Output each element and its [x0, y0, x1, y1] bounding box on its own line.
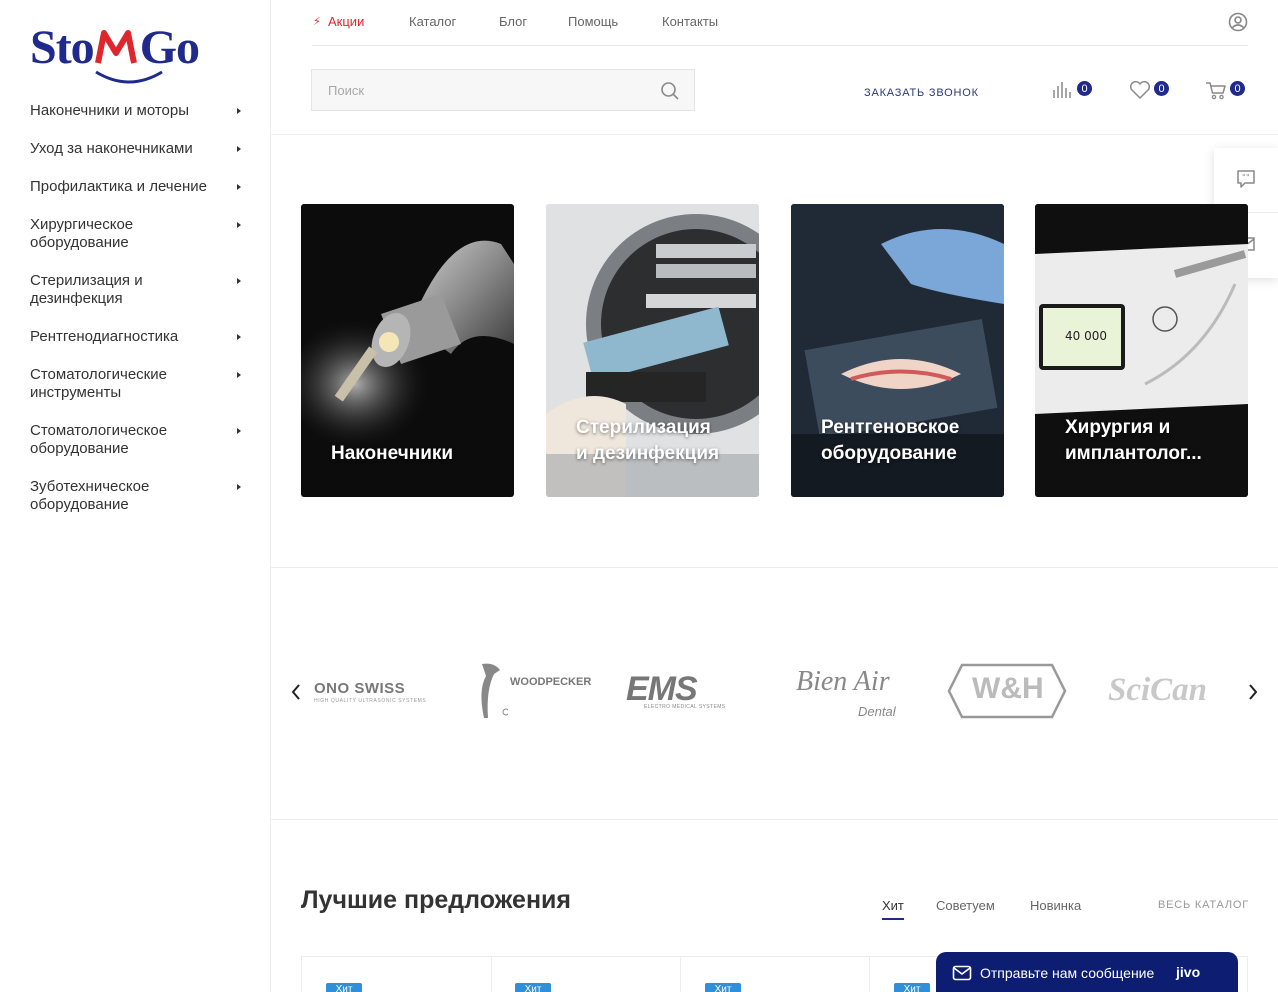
chat-widget-button[interactable]: Отправьте нам сообщение jivo [936, 952, 1238, 992]
caret-right-icon [237, 278, 241, 284]
sidebar-item-dental-lab[interactable]: Зуботехническое оборудование [0, 468, 271, 524]
category-tile-sterilization[interactable]: Стерилизация и дезинфекция [546, 204, 759, 497]
brand-logo-wh[interactable]: W&H [946, 660, 1070, 724]
brand-logo-scican[interactable]: SciCan [1108, 660, 1232, 724]
caret-right-icon [237, 484, 241, 490]
chat-widget-label: Отправьте нам сообщение [980, 965, 1155, 981]
chat-quote-icon: " " [1237, 170, 1255, 188]
sidebar-menu: Наконечники и моторы Уход за наконечника… [0, 92, 271, 524]
sidebar-item-handpieces[interactable]: Наконечники и моторы [0, 92, 271, 130]
chevron-left-icon[interactable] [289, 682, 303, 702]
category-tile-label: Стерилизация и дезинфекция [576, 417, 720, 464]
sidebar-item-surgical[interactable]: Хирургическое оборудование [0, 206, 271, 262]
nav-promo-link[interactable]: ⚡ Акции [313, 14, 364, 29]
search-box [311, 69, 695, 111]
compare-count-badge: 0 [1076, 80, 1093, 97]
sidebar-item-care[interactable]: Уход за наконечниками [0, 130, 271, 168]
hit-badge: Хит [326, 983, 362, 992]
cart-count-badge: 0 [1229, 80, 1246, 97]
brand-logo-ems[interactable]: EMS ELECTRO MEDICAL SYSTEMS [626, 660, 750, 724]
nav-catalog-link[interactable]: Каталог [409, 14, 456, 29]
heart-icon[interactable] [1128, 80, 1152, 100]
caret-right-icon [237, 334, 241, 340]
nav-help-link[interactable]: Помощь [568, 14, 618, 29]
envelope-icon [952, 965, 972, 981]
sidebar-item-prophylaxis[interactable]: Профилактика и лечение [0, 168, 271, 206]
caret-right-icon [237, 372, 241, 378]
caret-right-icon [237, 146, 241, 152]
category-tile-label: Рентгеновское оборудование [821, 417, 960, 464]
sidebar-item-xray[interactable]: Рентгенодиагностика [0, 318, 271, 356]
jivo-logo: jivo [1176, 964, 1201, 980]
hit-badge: Хит [515, 983, 551, 992]
tab-recommended[interactable]: Советуем [936, 898, 995, 913]
caret-right-icon [237, 222, 241, 228]
search-icon[interactable] [660, 81, 680, 101]
top-nav: ⚡ Акции Каталог Блог Помощь Контакты [312, 0, 1248, 46]
cart-icon[interactable] [1205, 80, 1229, 100]
tab-hit[interactable]: Хит [882, 898, 904, 920]
user-account-icon[interactable] [1228, 12, 1248, 32]
search-input[interactable] [312, 70, 632, 110]
brand-logo-onoswiss[interactable]: ONO SWISS HIGH QUALITY ULTRASONIC SYSTEM… [312, 660, 432, 724]
hit-badge: Хит [705, 983, 741, 992]
category-tile-surgery[interactable]: 40 000 Хирургия и имплантолог... [1035, 204, 1248, 497]
hit-badge: Хит [894, 983, 930, 992]
svg-text:": " [1246, 173, 1250, 182]
favorites-count-badge: 0 [1153, 80, 1170, 97]
woodpecker-bird-icon [481, 663, 508, 718]
svg-text:40 000: 40 000 [1065, 329, 1107, 343]
caret-right-icon [237, 184, 241, 190]
category-tile-handpieces[interactable]: Наконечники [301, 204, 514, 497]
sidebar-item-equipment[interactable]: Стоматологическое оборудование [0, 412, 271, 468]
brand-logo-woodpecker[interactable]: WOODPECKER [474, 660, 591, 724]
category-tile-label: Наконечники [331, 443, 454, 464]
nav-contacts-link[interactable]: Контакты [662, 14, 718, 29]
sidebar: Sto Go Наконечники и моторы Уход за након… [0, 0, 271, 992]
all-catalog-link[interactable]: ВЕСЬ КАТАЛОГ [1158, 899, 1249, 911]
feedback-button[interactable]: " " [1214, 148, 1278, 212]
logo-smile-icon [95, 70, 163, 84]
sidebar-item-sterilization[interactable]: Стерилизация и дезинфекция [0, 262, 271, 318]
sidebar-item-instruments[interactable]: Стоматологические инструменты [0, 356, 271, 412]
chevron-right-icon[interactable] [1246, 682, 1260, 702]
order-callback-link[interactable]: ЗАКАЗАТЬ ЗВОНОК [864, 87, 979, 99]
header-divider [271, 134, 1278, 135]
category-tile-label: Хирургия и имплантолог... [1065, 417, 1202, 464]
brand-logo-bienair[interactable]: Bien Air Dental [788, 660, 912, 724]
nav-blog-link[interactable]: Блог [499, 14, 527, 29]
tab-new[interactable]: Новинка [1030, 898, 1081, 913]
site-logo[interactable]: Sto Go [30, 18, 230, 88]
lightning-icon: ⚡ [313, 16, 321, 28]
caret-right-icon [237, 428, 241, 434]
compare-icon[interactable] [1052, 80, 1076, 100]
category-tile-xray[interactable]: Рентгеновское оборудование [791, 204, 1004, 497]
offers-title: Лучшие предложения [301, 886, 572, 914]
caret-right-icon [237, 108, 241, 114]
